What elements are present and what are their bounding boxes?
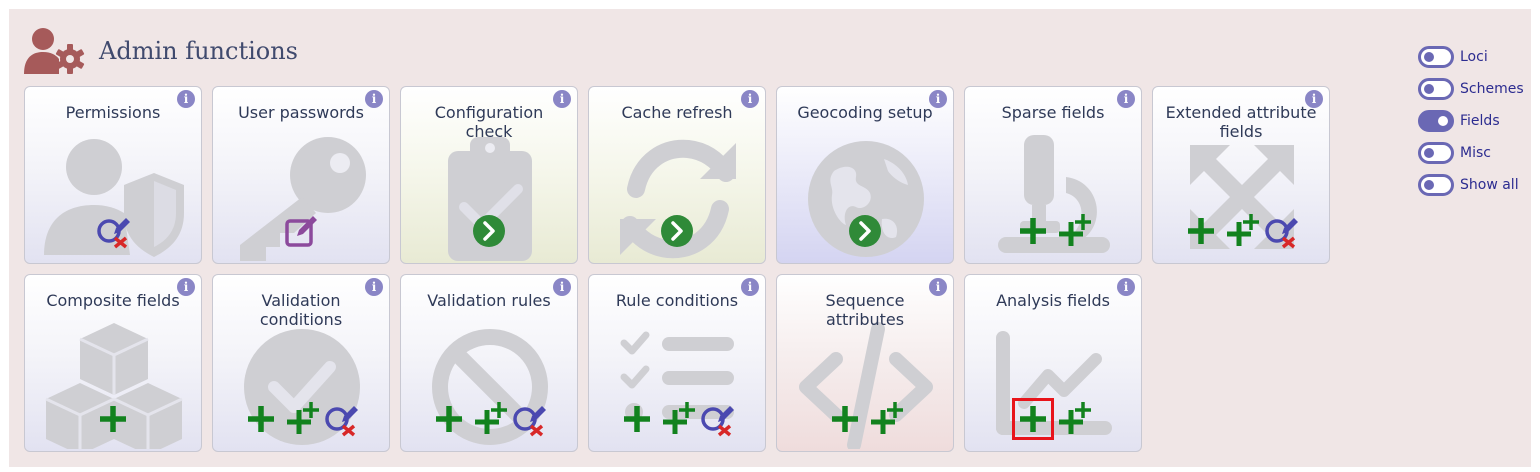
tile-title: Validation conditions: [259, 291, 343, 329]
user-gear-icon: [22, 26, 88, 76]
page-title: Admin functions: [99, 37, 298, 65]
add-action[interactable]: [1014, 212, 1052, 250]
query-action[interactable]: [322, 400, 360, 438]
tile-title: Sequence attributes: [825, 291, 905, 329]
add-action[interactable]: [242, 400, 280, 438]
toggle-switch[interactable]: [1418, 78, 1454, 100]
add-action[interactable]: [618, 400, 656, 438]
query-action[interactable]: [1262, 212, 1300, 250]
actions: [213, 399, 389, 439]
actions: [1153, 211, 1329, 251]
go-action[interactable]: [470, 212, 508, 250]
toggle-switch[interactable]: [1418, 110, 1454, 132]
actions: [401, 399, 577, 439]
toggle-schemes[interactable]: Schemes: [1418, 76, 1530, 102]
batch-add-action[interactable]: [1222, 212, 1260, 250]
batch-add-action[interactable]: [658, 400, 696, 438]
actions: [589, 211, 765, 251]
tile-user-passwords[interactable]: i User passwords: [212, 86, 390, 264]
tile-rule-conditions[interactable]: i Rule conditions: [588, 274, 766, 452]
query-action[interactable]: [510, 400, 548, 438]
toggle-loci[interactable]: Loci: [1418, 44, 1530, 70]
tile-title: Rule conditions: [615, 291, 739, 310]
toggle-label: Fields: [1460, 113, 1500, 129]
tile-extended-attribute-fields[interactable]: i Extended attribute fields: [1152, 86, 1330, 264]
info-icon[interactable]: i: [741, 90, 759, 108]
batch-add-action[interactable]: [470, 400, 508, 438]
info-icon[interactable]: i: [929, 90, 947, 108]
actions: [25, 399, 201, 439]
toggle-misc[interactable]: Misc: [1418, 140, 1530, 166]
tile-title: Validation rules: [427, 291, 551, 310]
add-action[interactable]: [1012, 398, 1054, 440]
actions: [777, 211, 953, 251]
tile-composite-fields[interactable]: i Composite fields: [24, 274, 202, 452]
info-icon[interactable]: i: [177, 278, 195, 296]
actions: [965, 398, 1141, 440]
go-action[interactable]: [846, 212, 884, 250]
tile-title: Permissions: [65, 103, 161, 122]
tile-title: Extended attribute fields: [1165, 103, 1317, 141]
tile-validation-conditions[interactable]: i Validation conditions: [212, 274, 390, 452]
toggle-label: Show all: [1460, 177, 1519, 193]
info-icon[interactable]: i: [1305, 90, 1323, 108]
actions: [25, 211, 201, 251]
batch-add-action[interactable]: [282, 400, 320, 438]
toggle-show-all[interactable]: Show all: [1418, 172, 1530, 198]
info-icon[interactable]: i: [553, 90, 571, 108]
info-icon[interactable]: i: [1117, 90, 1135, 108]
info-icon[interactable]: i: [741, 278, 759, 296]
toggle-label: Loci: [1460, 49, 1488, 65]
info-icon[interactable]: i: [553, 278, 571, 296]
batch-add-action[interactable]: [1054, 212, 1092, 250]
tile-geocoding-setup[interactable]: i Geocoding setup: [776, 86, 954, 264]
tile-permissions[interactable]: i Permissions: [24, 86, 202, 264]
tile-title: Cache refresh: [621, 103, 733, 122]
info-icon[interactable]: i: [929, 278, 947, 296]
add-action[interactable]: [94, 400, 132, 438]
info-icon[interactable]: i: [365, 278, 383, 296]
batch-add-action[interactable]: [866, 400, 904, 438]
add-action[interactable]: [1182, 212, 1220, 250]
toggle-label: Schemes: [1460, 81, 1524, 97]
tile-validation-rules[interactable]: i Validation rules: [400, 274, 578, 452]
query-action[interactable]: [698, 400, 736, 438]
go-action[interactable]: [658, 212, 696, 250]
toggle-fields[interactable]: Fields: [1418, 108, 1530, 134]
query-action[interactable]: [94, 212, 132, 250]
actions: [589, 399, 765, 439]
actions: [213, 211, 389, 251]
tile-title: Geocoding setup: [797, 103, 933, 122]
tile-analysis-fields[interactable]: i Analysis fields: [964, 274, 1142, 452]
tile-title: Configuration check: [434, 103, 544, 141]
tile-sparse-fields[interactable]: i Sparse fields: [964, 86, 1142, 264]
tile-title: Analysis fields: [996, 291, 1110, 310]
toggle-label: Misc: [1460, 145, 1491, 161]
toggle-switch[interactable]: [1418, 174, 1454, 196]
info-icon[interactable]: i: [1117, 278, 1135, 296]
edit-action[interactable]: [282, 212, 320, 250]
add-action[interactable]: [826, 400, 864, 438]
batch-add-action[interactable]: [1054, 400, 1092, 438]
tile-sequence-attributes[interactable]: i Sequence attributes: [776, 274, 954, 452]
toggle-switch[interactable]: [1418, 46, 1454, 68]
tile-title: Composite fields: [46, 291, 180, 310]
actions: [401, 211, 577, 251]
info-icon[interactable]: i: [365, 90, 383, 108]
info-icon[interactable]: i: [177, 90, 195, 108]
add-action[interactable]: [430, 400, 468, 438]
tile-title: User passwords: [238, 103, 364, 122]
tile-title: Sparse fields: [1001, 103, 1105, 122]
actions: [777, 399, 953, 439]
toggle-switch[interactable]: [1418, 142, 1454, 164]
tile-configuration-check[interactable]: i Configuration check: [400, 86, 578, 264]
tile-cache-refresh[interactable]: i Cache refresh: [588, 86, 766, 264]
actions: [965, 211, 1141, 251]
